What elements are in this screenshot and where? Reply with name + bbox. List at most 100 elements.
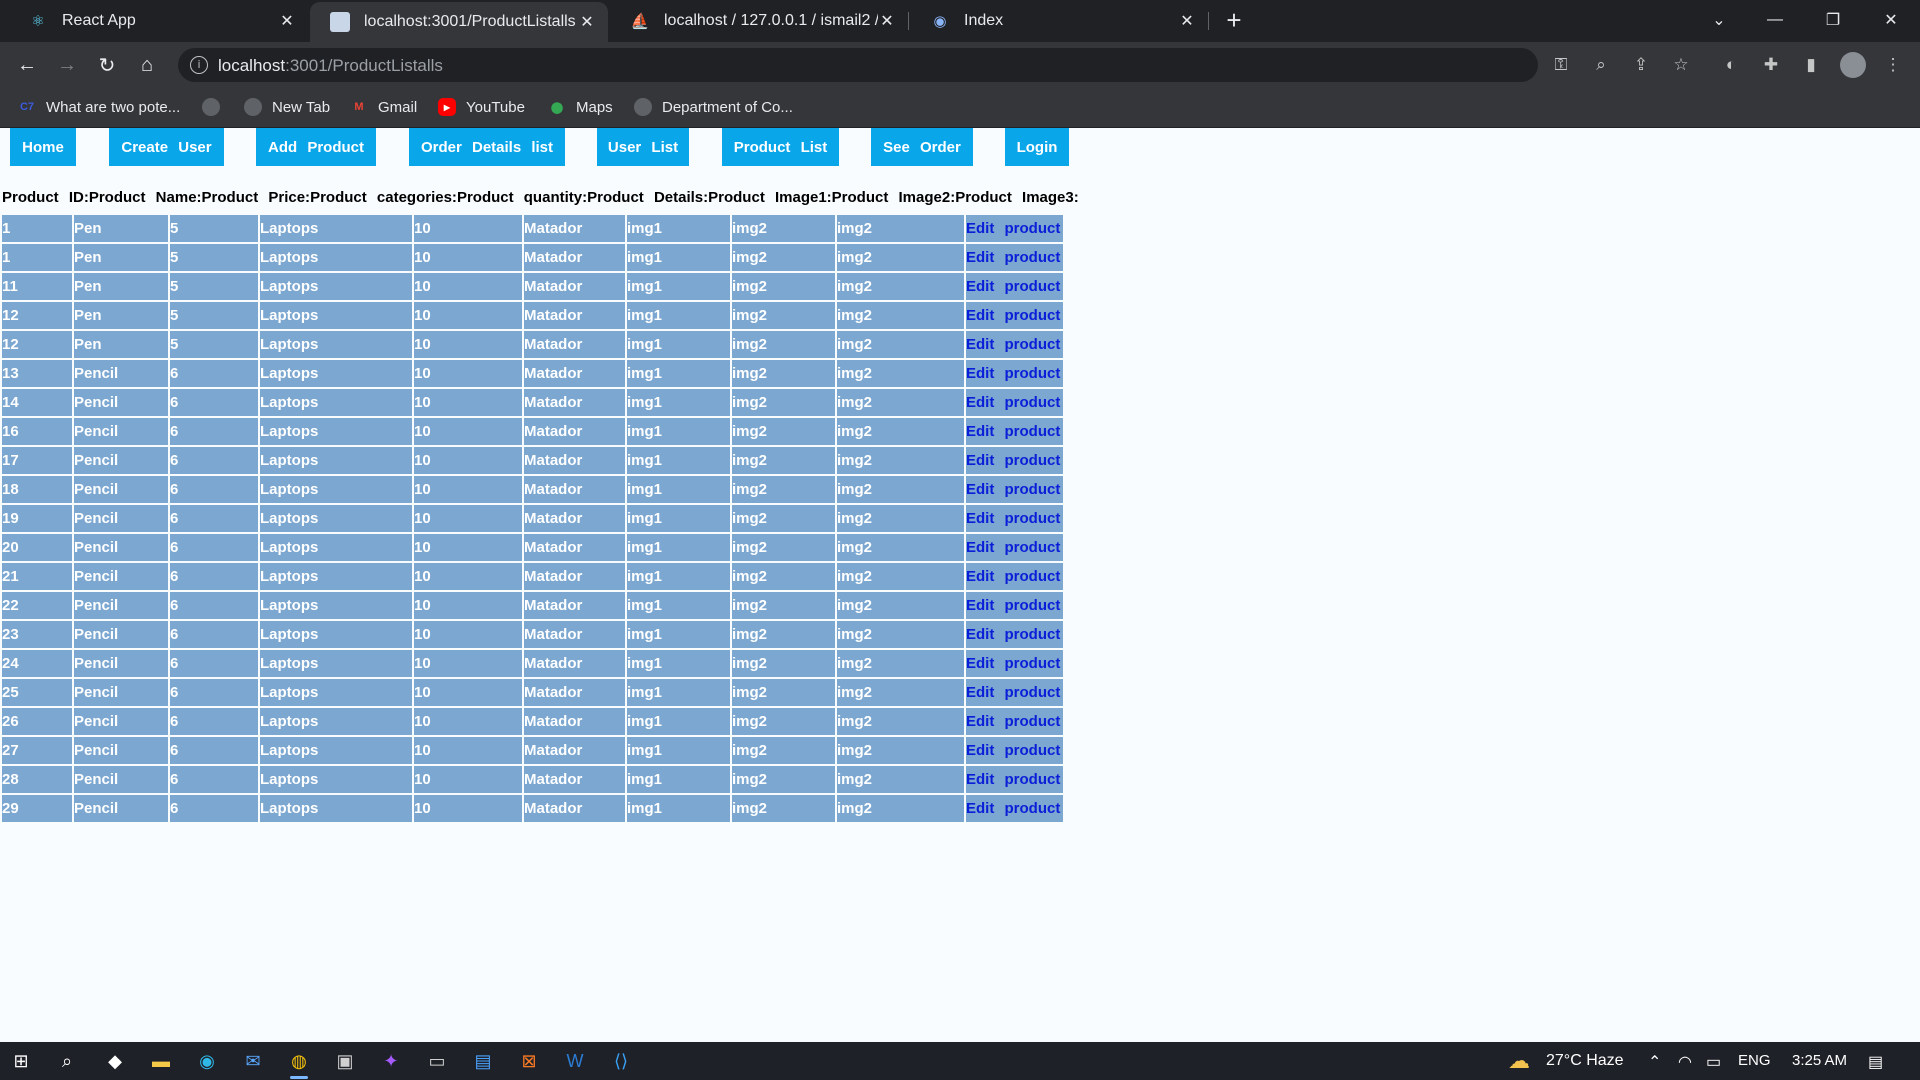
- bookmark-item[interactable]: ⬤ Maps: [548, 98, 613, 116]
- edit-product-link[interactable]: Edit product: [966, 215, 1063, 242]
- edit-product-link[interactable]: Edit product: [966, 244, 1063, 271]
- forward-icon[interactable]: →: [52, 50, 82, 80]
- close-icon[interactable]: ✕: [1178, 11, 1196, 31]
- extensions-puzzle-icon[interactable]: ✚: [1758, 52, 1784, 78]
- share-icon[interactable]: ⇪: [1628, 52, 1654, 78]
- chrome-icon[interactable]: ◍: [284, 1046, 314, 1079]
- bookmark-item[interactable]: Department of Co...: [634, 98, 793, 116]
- edit-product-link[interactable]: Edit product: [966, 650, 1063, 677]
- cell-price: 5: [170, 215, 258, 242]
- photos-icon[interactable]: ▤: [468, 1046, 498, 1076]
- tab-product-list[interactable]: localhost:3001/ProductListalls ✕: [310, 2, 608, 42]
- nav-order-details-button[interactable]: Order Details list: [409, 128, 565, 166]
- cell-quantity: 10: [414, 244, 522, 271]
- nav-product-list-button[interactable]: Product List: [722, 128, 839, 166]
- mail-icon[interactable]: ✉: [238, 1046, 268, 1076]
- terminal-icon[interactable]: ▭: [422, 1046, 452, 1076]
- cell-category: Laptops: [260, 273, 412, 300]
- file-explorer-icon[interactable]: ▬: [146, 1046, 176, 1076]
- cell-category: Laptops: [260, 215, 412, 242]
- bookmark-star-icon[interactable]: ☆: [1668, 52, 1694, 78]
- xampp-icon[interactable]: ⊠: [514, 1046, 544, 1076]
- media-player-icon[interactable]: ▣: [330, 1046, 360, 1076]
- search-icon[interactable]: ⌕: [52, 1046, 82, 1076]
- edit-product-link[interactable]: Edit product: [966, 447, 1063, 474]
- nav-login-button[interactable]: Login: [1005, 128, 1069, 166]
- nav-home-button[interactable]: Home: [10, 128, 76, 166]
- nav-see-order-button[interactable]: See Order: [871, 128, 973, 166]
- wifi-icon[interactable]: ◠: [1678, 1052, 1692, 1072]
- edit-product-link[interactable]: Edit product: [966, 360, 1063, 387]
- edit-product-link[interactable]: Edit product: [966, 331, 1063, 358]
- notifications-icon[interactable]: ▤: [1868, 1052, 1883, 1072]
- password-key-icon[interactable]: ⚿: [1548, 52, 1574, 78]
- close-icon[interactable]: ✕: [278, 11, 296, 31]
- edit-product-link[interactable]: Edit product: [966, 592, 1063, 619]
- tab-phpmyadmin[interactable]: ⛵ localhost / 127.0.0.1 / ismail2 / sy ✕: [610, 0, 908, 42]
- edit-product-link[interactable]: Edit product: [966, 766, 1063, 793]
- edit-product-link[interactable]: Edit product: [966, 621, 1063, 648]
- minimize-icon[interactable]: —: [1752, 0, 1798, 40]
- address-bar[interactable]: i localhost:3001/ProductListalls: [178, 48, 1538, 82]
- edit-product-link[interactable]: Edit product: [966, 418, 1063, 445]
- close-window-icon[interactable]: ✕: [1868, 0, 1914, 40]
- cell-image2: img2: [732, 766, 835, 793]
- edit-product-link[interactable]: Edit product: [966, 708, 1063, 735]
- side-panel-icon[interactable]: ▮: [1798, 52, 1824, 78]
- edit-product-link[interactable]: Edit product: [966, 679, 1063, 706]
- windows-start-icon[interactable]: ⊞: [6, 1046, 36, 1076]
- bookmark-item[interactable]: M Gmail: [350, 98, 417, 116]
- edit-product-link[interactable]: Edit product: [966, 795, 1063, 822]
- edit-product-link[interactable]: Edit product: [966, 476, 1063, 503]
- nav-add-product-button[interactable]: Add Product: [256, 128, 376, 166]
- nav-create-user-button[interactable]: Create User: [109, 128, 224, 166]
- messenger-icon[interactable]: ✦: [376, 1046, 406, 1076]
- extension-c-icon[interactable]: ◐: [1718, 52, 1744, 78]
- cell-image1: img1: [627, 331, 730, 358]
- tab-react-app[interactable]: ⚛ React App ✕: [8, 0, 308, 42]
- edge-icon[interactable]: ◉: [192, 1046, 222, 1076]
- cell-image3: img2: [837, 360, 964, 387]
- cell-image1: img1: [627, 215, 730, 242]
- edit-product-link[interactable]: Edit product: [966, 273, 1063, 300]
- word-icon[interactable]: W: [560, 1046, 590, 1076]
- edit-product-link[interactable]: Edit product: [966, 534, 1063, 561]
- cell-name: Pencil: [74, 766, 168, 793]
- bookmark-item[interactable]: ▶ YouTube: [438, 98, 525, 116]
- cell-details: Matador: [524, 679, 625, 706]
- tab-index[interactable]: ◉ Index ✕: [910, 0, 1208, 42]
- edit-product-link[interactable]: Edit product: [966, 389, 1063, 416]
- edit-product-link[interactable]: Edit product: [966, 302, 1063, 329]
- back-icon[interactable]: ←: [12, 50, 42, 80]
- reload-icon[interactable]: ↻: [92, 50, 122, 80]
- edit-product-link[interactable]: Edit product: [966, 505, 1063, 532]
- zoom-icon[interactable]: ⌕: [1588, 52, 1614, 78]
- tab-search-icon[interactable]: ⌄: [1696, 0, 1742, 40]
- cell-details: Matador: [524, 389, 625, 416]
- menu-dots-icon[interactable]: ⋮: [1880, 52, 1906, 78]
- edit-product-link[interactable]: Edit product: [966, 737, 1063, 764]
- nav-user-list-button[interactable]: User List: [597, 128, 689, 166]
- bookmark-item[interactable]: [202, 98, 230, 116]
- cell-quantity: 10: [414, 563, 522, 590]
- battery-icon[interactable]: ▭: [1706, 1052, 1721, 1072]
- restore-icon[interactable]: ❐: [1810, 0, 1856, 40]
- site-info-icon[interactable]: i: [190, 56, 208, 74]
- close-icon[interactable]: ✕: [878, 11, 896, 31]
- bookmark-item[interactable]: C7 What are two pote...: [18, 98, 180, 116]
- cell-category: Laptops: [260, 679, 412, 706]
- weather-text[interactable]: 27°C Haze: [1546, 1052, 1624, 1070]
- edit-product-link[interactable]: Edit product: [966, 563, 1063, 590]
- vscode-icon[interactable]: ⟨⟩: [606, 1046, 636, 1076]
- profile-avatar[interactable]: [1840, 52, 1866, 78]
- language-indicator[interactable]: ENG: [1738, 1052, 1771, 1069]
- bookmark-item[interactable]: New Tab: [244, 98, 330, 116]
- chevron-up-icon[interactable]: ⌃: [1648, 1052, 1661, 1072]
- cell-quantity: 10: [414, 273, 522, 300]
- home-icon[interactable]: ⌂: [132, 50, 162, 80]
- new-tab-button[interactable]: +: [1220, 6, 1248, 34]
- clock[interactable]: 3:25 AM: [1792, 1052, 1847, 1069]
- close-icon[interactable]: ✕: [578, 12, 596, 32]
- cell-details: Matador: [524, 563, 625, 590]
- widget-app-icon[interactable]: ◆: [100, 1046, 130, 1076]
